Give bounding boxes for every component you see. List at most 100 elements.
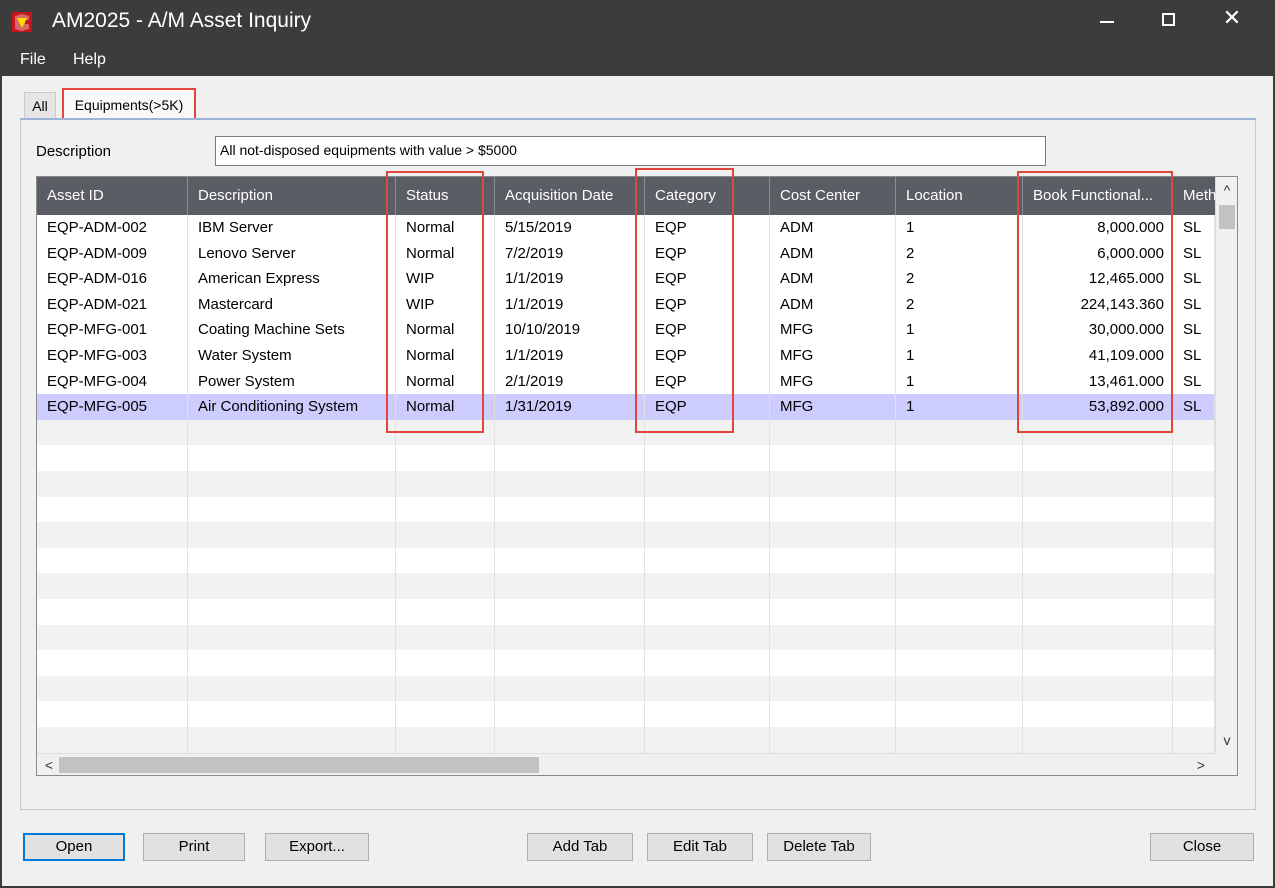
horizontal-scrollbar[interactable]: < > [37,753,1215,775]
empty-table-row[interactable] [37,624,1215,651]
column-header-cost-center[interactable]: Cost Center [770,177,896,215]
table-cell [37,624,188,651]
grid-header: Asset ID Description Status Acquisition … [37,177,1215,215]
table-row[interactable]: EQP-MFG-003 Water System Normal 1/1/2019 EQP… [37,343,1215,369]
table-cell: Coating Machine Sets [188,317,396,343]
export-button[interactable]: Export... [265,833,369,861]
maximize-button[interactable] [1136,0,1200,38]
column-header-category[interactable]: Category [645,177,770,215]
table-cell [495,445,645,471]
table-cell [770,445,896,471]
empty-table-row[interactable] [37,471,1215,497]
close-window-button[interactable]: ✕ [1200,0,1264,38]
table-cell: Air Conditioning System [188,394,396,420]
table-row[interactable]: EQP-MFG-001 Coating Machine Sets Normal 10/… [37,317,1215,343]
table-cell [495,650,645,676]
table-cell [495,675,645,702]
table-cell [1173,624,1215,651]
empty-table-row[interactable] [37,445,1215,471]
column-header-book-functional[interactable]: Book Functional... [1023,177,1173,215]
table-cell [1173,471,1215,497]
table-cell [396,471,495,497]
table-row[interactable]: EQP-MFG-005 Air Conditioning System Normal… [37,394,1215,420]
table-cell [37,701,188,727]
table-cell [188,471,396,497]
close-button[interactable]: Close [1150,833,1254,861]
table-row[interactable]: EQP-ADM-002 IBM Server Normal 5/15/2019 EQP A… [37,215,1215,241]
open-button[interactable]: Open [23,833,125,861]
table-cell [1173,496,1215,523]
column-header-asset-id[interactable]: Asset ID [37,177,188,215]
empty-table-row[interactable] [37,701,1215,727]
table-cell: ADM [770,240,896,267]
table-cell [645,471,770,497]
table-cell [37,599,188,625]
empty-table-row[interactable] [37,522,1215,548]
maximize-icon [1161,12,1175,26]
table-cell: 12,465.000 [1023,266,1173,292]
empty-table-row[interactable] [37,496,1215,523]
add-tab-button[interactable]: Add Tab [527,833,633,861]
scroll-left-icon[interactable]: < [39,754,59,775]
empty-table-row[interactable] [37,419,1215,446]
scroll-right-icon[interactable]: > [1191,754,1211,775]
table-cell [396,675,495,702]
menu-help[interactable]: Help [73,51,106,69]
empty-table-row[interactable] [37,547,1215,574]
table-row[interactable]: EQP-ADM-009 Lenovo Server Normal 7/2/2019 EQ… [37,240,1215,267]
column-header-acquisition-date[interactable]: Acquisition Date [495,177,645,215]
asset-grid[interactable]: Asset ID Description Status Acquisition … [36,176,1238,776]
table-cell [396,650,495,676]
table-cell [37,419,188,446]
table-cell [396,419,495,446]
table-cell [896,650,1023,676]
table-cell [495,547,645,574]
table-row[interactable]: EQP-MFG-004 Power System Normal 2/1/2019 EQP… [37,368,1215,395]
print-button[interactable]: Print [143,833,245,861]
table-cell [1023,701,1173,727]
table-row[interactable]: EQP-ADM-021 Mastercard WIP 1/1/2019 EQP ADM 2 2… [37,291,1215,318]
table-cell: EQP-MFG-001 [37,317,188,343]
vertical-scrollbar[interactable]: ^ v [1215,177,1237,753]
column-header-description[interactable]: Description [188,177,396,215]
table-cell [896,624,1023,651]
table-cell [188,650,396,676]
minimize-button[interactable] [1075,0,1139,38]
horizontal-scroll-thumb[interactable] [59,757,539,773]
tab-all[interactable]: All [24,92,56,119]
scroll-up-icon[interactable]: ^ [1216,179,1237,201]
vertical-scroll-thumb[interactable] [1219,205,1235,229]
table-cell [37,445,188,471]
table-cell [188,573,396,599]
table-cell [495,522,645,548]
table-cell: EQP-ADM-021 [37,291,188,318]
empty-table-row[interactable] [37,727,1215,753]
table-cell [770,419,896,446]
tab-equipments[interactable]: Equipments(>5K) [62,88,196,120]
scroll-down-icon[interactable]: v [1216,729,1237,751]
column-header-location[interactable]: Location [896,177,1023,215]
empty-table-row[interactable] [37,650,1215,676]
delete-tab-button[interactable]: Delete Tab [767,833,871,861]
edit-tab-button[interactable]: Edit Tab [647,833,753,861]
table-cell: 1 [896,215,1023,241]
table-cell: Normal [396,368,495,395]
app-icon [12,12,32,32]
column-header-method[interactable]: Meth [1173,177,1215,215]
table-cell [896,701,1023,727]
empty-table-row[interactable] [37,573,1215,599]
column-header-status[interactable]: Status [396,177,495,215]
table-cell [770,547,896,574]
title-bar: AM2025 - A/M Asset Inquiry ✕ [0,0,1275,44]
table-cell [896,573,1023,599]
table-cell [495,573,645,599]
table-cell: EQP [645,317,770,343]
table-cell [37,675,188,702]
table-cell: EQP [645,394,770,420]
description-field[interactable]: All not-disposed equipments with value >… [215,136,1046,166]
empty-table-row[interactable] [37,675,1215,702]
menu-file[interactable]: File [20,51,46,69]
empty-table-row[interactable] [37,599,1215,625]
table-cell: 53,892.000 [1023,394,1173,420]
table-row[interactable]: EQP-ADM-016 American Express WIP 1/1/2019 EQ… [37,266,1215,292]
